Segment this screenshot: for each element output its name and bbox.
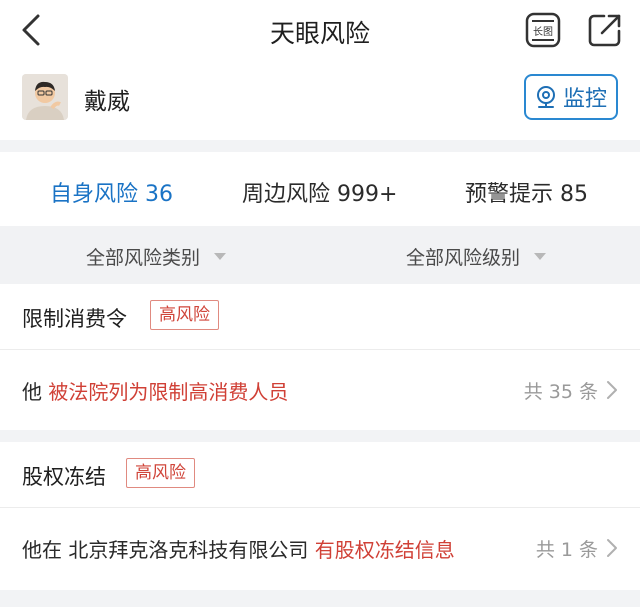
section-header: 股权冻结 高风险	[0, 442, 640, 508]
caret-down-icon	[534, 253, 547, 260]
monitor-label: 监控	[562, 87, 607, 112]
long-icon-text: 长图	[533, 26, 553, 38]
long-screenshot-icon[interactable]: 长图	[524, 11, 562, 49]
monitor-button[interactable]: 监控	[524, 74, 618, 120]
row-subject: 他	[22, 380, 42, 404]
section-header: 限制消费令 高风险	[0, 284, 640, 350]
share-icon[interactable]	[586, 11, 624, 49]
level-filter-label: 全部风险级别	[406, 247, 521, 269]
risk-section-equity-freeze: 股权冻结 高风险 他在 北京拜克洛克科技有限公司 有股权冻结信息 共 1 条	[0, 442, 640, 590]
category-filter-label: 全部风险类别	[86, 247, 201, 269]
person-avatar-icon	[22, 74, 68, 120]
row-subject: 他在	[22, 538, 62, 562]
list-item[interactable]: 他在 北京拜克洛克科技有限公司 有股权冻结信息 共 1 条	[0, 508, 640, 586]
divider	[0, 590, 640, 607]
category-filter[interactable]: 全部风险类别	[86, 243, 227, 270]
row-company: 北京拜克洛克科技有限公司	[68, 538, 309, 562]
person-name: 戴威	[84, 89, 130, 115]
tab-warning[interactable]: 预警提示 85	[465, 176, 588, 208]
tab-surrounding-risk[interactable]: 周边风险 999+	[242, 176, 397, 208]
divider	[0, 430, 640, 442]
row-highlight: 被法院列为限制高消费人员	[48, 380, 289, 404]
divider	[0, 140, 640, 152]
avatar[interactable]	[22, 74, 68, 120]
risk-badge: 高风险	[126, 458, 195, 488]
section-title: 限制消费令	[22, 307, 127, 331]
row-text: 他在 北京拜克洛克科技有限公司 有股权冻结信息	[22, 534, 455, 563]
record-count: 共 35 条	[523, 381, 598, 403]
row-text: 他 被法院列为限制高消费人员	[22, 376, 288, 405]
webcam-icon	[536, 86, 555, 108]
profile-bar: 戴威 监控	[0, 64, 640, 144]
row-highlight: 有股权冻结信息	[314, 538, 455, 562]
record-count: 共 1 条	[535, 539, 598, 561]
list-item[interactable]: 他 被法院列为限制高消费人员 共 35 条	[0, 350, 640, 428]
chevron-right-icon	[607, 539, 617, 557]
tab-self-risk[interactable]: 自身风险 36	[50, 176, 173, 208]
chevron-right-icon	[607, 381, 617, 399]
caret-down-icon	[214, 253, 227, 260]
level-filter[interactable]: 全部风险级别	[406, 243, 547, 270]
risk-tabs: 自身风险 36 周边风险 999+ 预警提示 85	[0, 152, 640, 226]
risk-badge: 高风险	[150, 300, 219, 330]
filter-bar: 全部风险类别 全部风险级别	[0, 226, 640, 284]
nav-header: 天眼风险 长图	[0, 0, 640, 64]
section-title: 股权冻结	[22, 465, 106, 489]
risk-section-consumption-restriction: 限制消费令 高风险 他 被法院列为限制高消费人员 共 35 条	[0, 284, 640, 430]
